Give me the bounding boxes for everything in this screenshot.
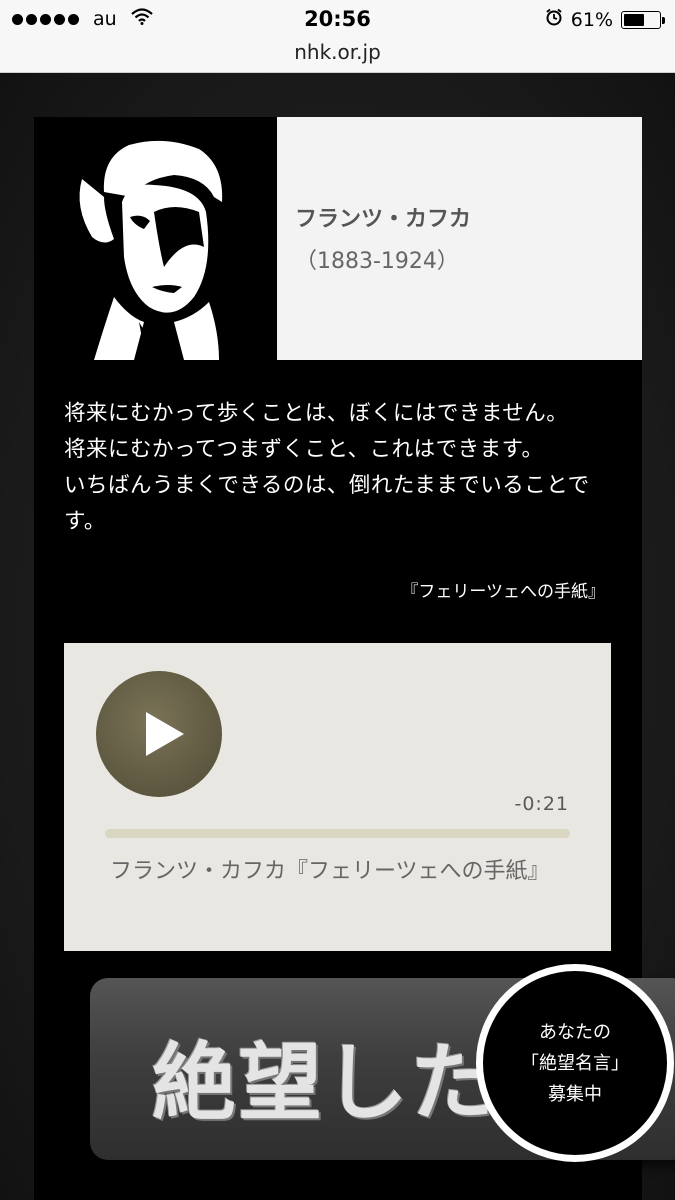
play-icon xyxy=(146,712,184,756)
url-domain[interactable]: nhk.or.jp xyxy=(294,40,381,64)
quote-source: 『フェリーツェへの手紙』 xyxy=(401,582,605,602)
quote-line: 将来にむかってつまずくこと、これはできます。 xyxy=(64,437,544,462)
time-remaining: -0:21 xyxy=(514,793,569,815)
track-title: フランツ・カフカ『フェリーツェへの手紙』 xyxy=(110,859,550,884)
banner-text: 絶望した xyxy=(152,1033,497,1132)
recruit-badge[interactable]: あなたの 「絶望名言」 募集中 xyxy=(476,964,674,1162)
audio-player: -0:21 フランツ・カフカ『フェリーツェへの手紙』 xyxy=(64,643,611,951)
recruit-line: 募集中 xyxy=(548,1083,602,1105)
quote-line: いちばんうまくできるのは、倒れたままでいることです。 xyxy=(64,473,590,534)
quote-text: 将来にむかって歩くことは、ぼくにはできません。 将来にむかってつまずくこと、これ… xyxy=(64,396,624,540)
url-bar[interactable]: nhk.or.jp xyxy=(0,40,675,73)
play-button[interactable] xyxy=(96,671,222,797)
status-bar: au 20:56 61% xyxy=(0,0,675,40)
battery-icon xyxy=(621,10,665,29)
quote-line: 将来にむかって歩くことは、ぼくにはできません。 xyxy=(64,401,569,426)
kafka-silhouette-image xyxy=(34,117,277,360)
author-years: （1883-1924） xyxy=(295,249,459,274)
alarm-icon xyxy=(545,8,563,31)
progress-bar[interactable] xyxy=(105,829,570,838)
recruit-line: 「絶望名言」 xyxy=(521,1052,629,1074)
status-right: 61% xyxy=(545,8,665,31)
recruit-line: あなたの xyxy=(539,1021,611,1043)
battery-percent: 61% xyxy=(570,8,613,31)
author-portrait xyxy=(34,117,277,360)
author-name: フランツ・カフカ xyxy=(295,207,472,232)
author-info: フランツ・カフカ （1883-1924） xyxy=(277,117,642,360)
